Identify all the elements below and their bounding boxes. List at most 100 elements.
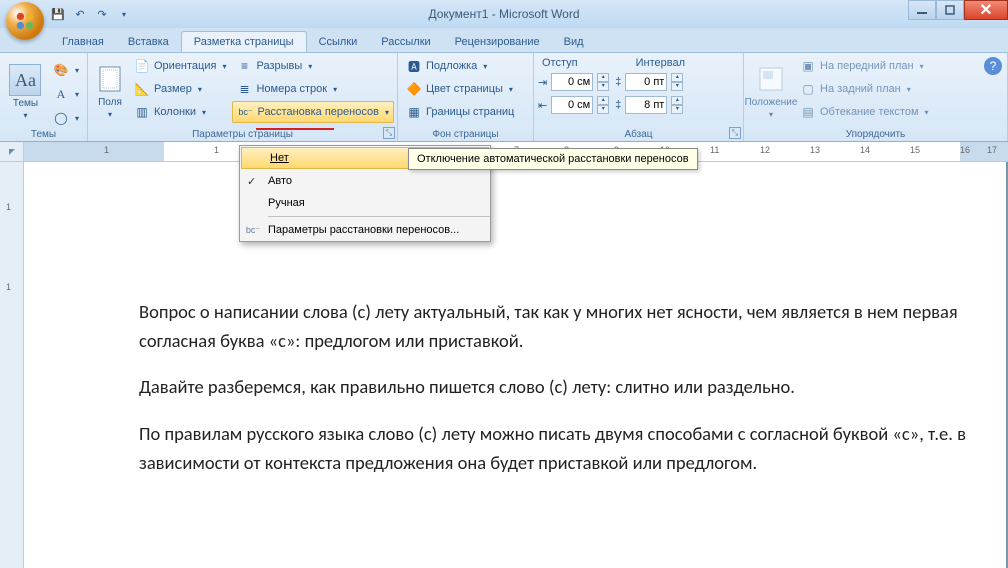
themes-icon: Aa bbox=[9, 64, 41, 96]
indent-label: Отступ bbox=[542, 57, 578, 69]
breaks-icon: ≡ bbox=[236, 58, 252, 74]
qat-more-icon[interactable]: ▾ bbox=[116, 6, 132, 22]
columns-button[interactable]: ▥Колонки▾ bbox=[130, 101, 230, 123]
dropdown-separator bbox=[268, 216, 490, 217]
office-button[interactable] bbox=[6, 2, 44, 40]
paragraph-launcher[interactable]: ⤡ bbox=[729, 127, 741, 139]
hyphenation-icon: bc⁻ bbox=[237, 104, 253, 120]
paragraph-3[interactable]: По правилам русского языка слово (с) лет… bbox=[139, 420, 968, 477]
dropdown-item-auto[interactable]: ✓Авто bbox=[240, 170, 490, 192]
space-before-input[interactable] bbox=[625, 73, 667, 91]
redo-icon[interactable]: ↷ bbox=[94, 6, 110, 22]
window-title: Документ1 - Microsoft Word bbox=[428, 7, 579, 21]
group-arrange-title: Упорядочить bbox=[744, 129, 1007, 140]
ribbon: ? Aa Темы ▾ 🎨▾ A▾ ◯▾ Темы Поля ▾ bbox=[0, 52, 1008, 142]
close-button[interactable]: ✕ bbox=[964, 0, 1008, 20]
indent-left-icon: ⇥ bbox=[538, 76, 547, 89]
minimize-button[interactable] bbox=[908, 0, 936, 20]
line-numbers-icon: ≣ bbox=[236, 81, 252, 97]
vertical-ruler[interactable]: 1 1 bbox=[0, 162, 24, 568]
theme-colors-button[interactable]: 🎨▾ bbox=[49, 59, 83, 81]
hyphenation-tooltip: Отключение автоматической расстановки пе… bbox=[408, 148, 698, 170]
breaks-button[interactable]: ≡Разрывы▾ bbox=[232, 55, 394, 77]
bring-front-button[interactable]: ▣На передний план▾ bbox=[796, 55, 933, 77]
margins-icon bbox=[94, 63, 126, 95]
watermark-icon: 🅰 bbox=[406, 58, 422, 74]
document-page: Вопрос о написании слова (с) лету актуал… bbox=[24, 162, 1006, 568]
tab-references[interactable]: Ссылки bbox=[307, 32, 370, 52]
indent-right-icon: ⇤ bbox=[538, 99, 547, 112]
tab-page-layout[interactable]: Разметка страницы bbox=[181, 31, 307, 52]
group-page-setup-title: Параметры страницы bbox=[88, 129, 397, 140]
group-page-bg: 🅰Подложка▾ 🔶Цвет страницы▾ ▦Границы стра… bbox=[398, 53, 534, 141]
position-icon bbox=[755, 63, 787, 95]
send-back-button[interactable]: ▢На задний план▾ bbox=[796, 78, 933, 100]
tab-view[interactable]: Вид bbox=[552, 32, 596, 52]
group-themes: Aa Темы ▾ 🎨▾ A▾ ◯▾ Темы bbox=[0, 53, 88, 141]
group-arrange: Положение ▾ ▣На передний план▾ ▢На задни… bbox=[744, 53, 1008, 141]
paragraph-2[interactable]: Давайте разберемся, как правильно пишетс… bbox=[139, 373, 968, 402]
size-icon: 📐 bbox=[134, 81, 150, 97]
theme-fonts-button[interactable]: A▾ bbox=[49, 83, 83, 105]
document-viewport[interactable]: Вопрос о написании слова (с) лету актуал… bbox=[24, 162, 1008, 568]
tab-review[interactable]: Рецензирование bbox=[443, 32, 552, 52]
page-borders-button[interactable]: ▦Границы страниц bbox=[402, 101, 518, 123]
page-borders-icon: ▦ bbox=[406, 104, 422, 120]
effects-icon: ◯ bbox=[53, 110, 69, 126]
hyphenation-button[interactable]: bc⁻Расстановка переносов▾ bbox=[232, 101, 394, 123]
wrap-text-icon: ▤ bbox=[800, 104, 816, 120]
colors-icon: 🎨 bbox=[53, 62, 69, 78]
quick-access-toolbar: 💾 ↶ ↷ ▾ bbox=[50, 0, 132, 28]
position-label: Положение bbox=[745, 97, 798, 108]
theme-effects-button[interactable]: ◯▾ bbox=[49, 107, 83, 129]
save-icon[interactable]: 💾 bbox=[50, 6, 66, 22]
indent-left-input[interactable] bbox=[551, 73, 593, 91]
tab-insert[interactable]: Вставка bbox=[116, 32, 181, 52]
group-paragraph-title: Абзац bbox=[534, 129, 743, 140]
bring-front-icon: ▣ bbox=[800, 58, 816, 74]
page-color-icon: 🔶 bbox=[406, 81, 422, 97]
highlight-underline bbox=[256, 128, 334, 130]
themes-button[interactable]: Aa Темы ▾ bbox=[4, 55, 47, 129]
fonts-icon: A bbox=[53, 86, 69, 102]
titlebar: 💾 ↶ ↷ ▾ Документ1 - Microsoft Word ✕ bbox=[0, 0, 1008, 28]
orientation-icon: 📄 bbox=[134, 58, 150, 74]
space-after-icon: ‡ bbox=[615, 99, 621, 111]
columns-icon: ▥ bbox=[134, 104, 150, 120]
indent-right-spinner[interactable]: ⇤▴▾ bbox=[538, 94, 609, 116]
dropdown-item-options[interactable]: bc⁻Параметры расстановки переносов... bbox=[240, 219, 490, 241]
hyphenation-options-icon: bc⁻ bbox=[244, 225, 262, 236]
watermark-button[interactable]: 🅰Подложка▾ bbox=[402, 55, 518, 77]
orientation-button[interactable]: 📄Ориентация▾ bbox=[130, 55, 230, 77]
window-controls: ✕ bbox=[908, 0, 1008, 20]
group-paragraph: Отступ Интервал ⇥▴▾ ⇤▴▾ ‡▴▾ ‡▴▾ Абзац ⤡ bbox=[534, 53, 744, 141]
line-numbers-button[interactable]: ≣Номера строк▾ bbox=[232, 78, 394, 100]
dropdown-item-manual[interactable]: Ручная bbox=[240, 192, 490, 214]
group-page-bg-title: Фон страницы bbox=[398, 129, 533, 140]
indent-right-input[interactable] bbox=[551, 96, 593, 114]
tab-home[interactable]: Главная bbox=[50, 32, 116, 52]
space-after-input[interactable] bbox=[625, 96, 667, 114]
indent-left-spinner[interactable]: ⇥▴▾ bbox=[538, 71, 609, 93]
page-setup-launcher[interactable]: ⤡ bbox=[383, 127, 395, 139]
group-themes-title: Темы bbox=[0, 129, 87, 140]
themes-label: Темы bbox=[13, 98, 38, 109]
check-icon: ✓ bbox=[247, 175, 256, 188]
page-color-button[interactable]: 🔶Цвет страницы▾ bbox=[402, 78, 518, 100]
tab-mailings[interactable]: Рассылки bbox=[369, 32, 442, 52]
space-before-icon: ‡ bbox=[615, 76, 621, 88]
position-button[interactable]: Положение ▾ bbox=[748, 55, 794, 127]
document-area: 1 1 Вопрос о написании слова (с) лету ак… bbox=[0, 162, 1008, 568]
margins-button[interactable]: Поля ▾ bbox=[92, 55, 128, 127]
space-before-spinner[interactable]: ‡▴▾ bbox=[615, 71, 683, 93]
maximize-button[interactable] bbox=[936, 0, 964, 20]
wrap-text-button[interactable]: ▤Обтекание текстом▾ bbox=[796, 101, 933, 123]
undo-icon[interactable]: ↶ bbox=[72, 6, 88, 22]
spacing-label: Интервал bbox=[636, 57, 685, 69]
size-button[interactable]: 📐Размер▾ bbox=[130, 78, 230, 100]
margins-label: Поля bbox=[98, 97, 122, 108]
group-page-setup: Поля ▾ 📄Ориентация▾ 📐Размер▾ ▥Колонки▾ ≡… bbox=[88, 53, 398, 141]
space-after-spinner[interactable]: ‡▴▾ bbox=[615, 94, 683, 116]
paragraph-1[interactable]: Вопрос о написании слова (с) лету актуал… bbox=[139, 298, 968, 355]
ruler-corner bbox=[0, 142, 24, 161]
